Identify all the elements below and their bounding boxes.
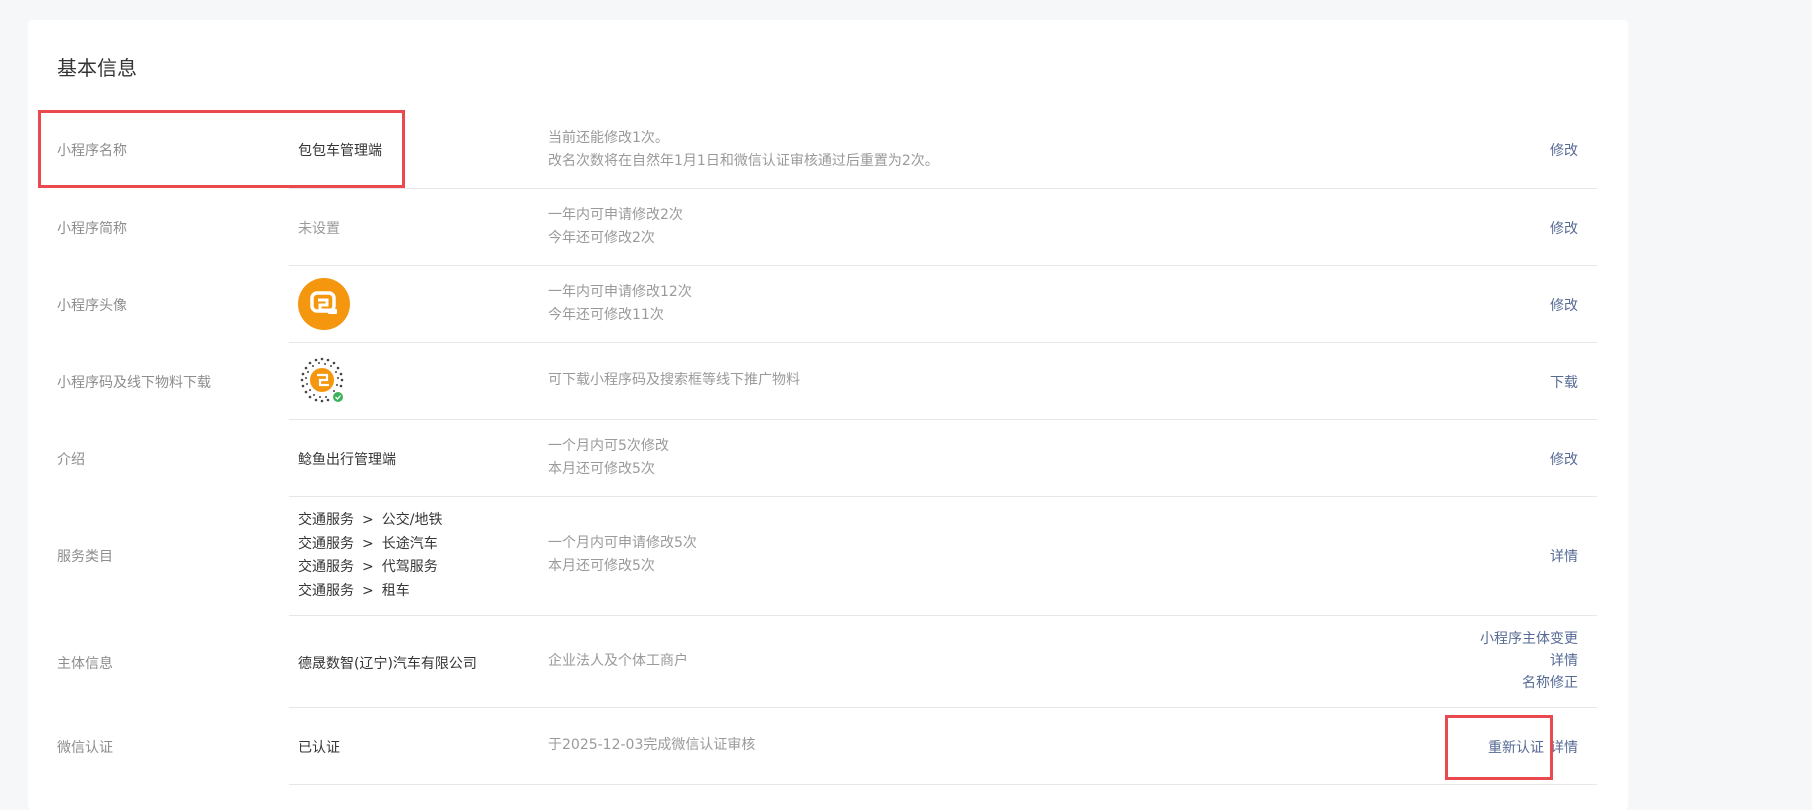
desc-avatar-line1: 一年内可申请修改12次	[548, 284, 692, 300]
label-wechat-auth: 微信认证	[57, 740, 113, 756]
label-intro: 介绍	[57, 452, 85, 468]
category-sub: 租车	[381, 582, 410, 599]
category-item: 交通服务 > 租车	[298, 580, 442, 604]
divider	[289, 342, 1597, 343]
category-separator: >	[362, 559, 374, 575]
value-wechat-auth: 已认证	[298, 740, 340, 756]
value-subject: 德晟数智(辽宁)汽车有限公司	[298, 656, 477, 672]
category-separator: >	[362, 582, 374, 599]
desc-short-name: 一年内可申请修改2次 今年还可修改2次	[548, 204, 683, 250]
desc-name-line1: 当前还能修改1次。	[548, 130, 669, 146]
desc-qrcode-line1: 可下载小程序码及搜索框等线下推广物料	[548, 372, 800, 388]
desc-intro-line2: 本月还可修改5次	[548, 461, 655, 477]
desc-wechat-auth: 于2025-12-03完成微信认证审核	[548, 734, 755, 757]
label-name: 小程序名称	[57, 143, 127, 159]
value-short-name: 未设置	[298, 221, 340, 237]
desc-wechat-auth-line1: 于2025-12-03完成微信认证审核	[548, 737, 756, 753]
category-separator: >	[362, 512, 374, 528]
download-qrcode-link[interactable]: 下载	[1550, 372, 1578, 392]
category-list: 交通服务 > 公交/地铁 交通服务 > 长途汽车 交通服务 > 代驾服务 交通服务 > 租车	[298, 509, 442, 603]
wechat-auth-detail-link[interactable]: 详情	[1550, 740, 1578, 756]
subject-change-link[interactable]: 小程序主体变更	[1480, 628, 1578, 650]
edit-short-name-link[interactable]: 修改	[1550, 218, 1578, 238]
edit-avatar-link[interactable]: 修改	[1550, 295, 1578, 315]
desc-subject: 企业法人及个体工商户	[548, 650, 688, 673]
reauth-link[interactable]: 重新认证	[1488, 740, 1544, 756]
desc-short-name-line2: 今年还可修改2次	[548, 230, 655, 246]
divider	[289, 265, 1597, 266]
divider	[289, 615, 1597, 616]
name-correction-link[interactable]: 名称修正	[1480, 672, 1578, 694]
category-detail-link[interactable]: 详情	[1550, 546, 1578, 566]
divider	[289, 188, 1597, 189]
category-item: 交通服务 > 代驾服务	[298, 556, 442, 580]
category-main: 交通服务	[298, 535, 354, 552]
desc-name: 当前还能修改1次。 改名次数将在自然年1月1日和微信认证审核通过后重置为2次。	[548, 127, 939, 173]
desc-avatar-line2: 今年还可修改11次	[548, 307, 664, 323]
desc-qrcode: 可下载小程序码及搜索框等线下推广物料	[548, 369, 800, 392]
mini-program-code	[298, 356, 346, 404]
category-sub: 长途汽车	[381, 535, 438, 552]
desc-category: 一个月内可申请修改5次 本月还可修改5次	[548, 532, 697, 578]
label-category: 服务类目	[57, 549, 113, 565]
logo-icon	[310, 291, 337, 314]
subject-actions: 小程序主体变更 详情 名称修正	[1480, 628, 1578, 694]
edit-name-link[interactable]: 修改	[1550, 140, 1578, 160]
category-item: 交通服务 > 公交/地铁	[298, 509, 442, 533]
category-main: 交通服务	[298, 559, 354, 575]
section-title: 基本信息	[57, 56, 137, 80]
desc-intro: 一个月内可5次修改 本月还可修改5次	[548, 435, 669, 481]
desc-category-line1: 一个月内可申请修改5次	[548, 535, 697, 551]
mini-program-code-icon	[299, 357, 345, 403]
category-main: 交通服务	[298, 512, 354, 528]
label-subject: 主体信息	[57, 656, 113, 672]
subject-detail-link[interactable]: 详情	[1480, 650, 1578, 672]
edit-intro-link[interactable]: 修改	[1550, 449, 1578, 469]
desc-intro-line1: 一个月内可5次修改	[548, 438, 669, 454]
label-qrcode: 小程序码及线下物料下载	[57, 375, 211, 391]
desc-avatar: 一年内可申请修改12次 今年还可修改11次	[548, 281, 692, 327]
category-sub: 代驾服务	[381, 559, 438, 575]
label-avatar: 小程序头像	[57, 298, 127, 314]
desc-name-line2: 改名次数将在自然年1月1日和微信认证审核通过后重置为2次。	[548, 153, 939, 169]
divider	[289, 784, 1597, 785]
mini-program-avatar	[298, 278, 350, 330]
value-name: 包包车管理端	[298, 143, 382, 159]
divider	[289, 419, 1597, 420]
category-separator: >	[362, 535, 374, 552]
desc-short-name-line1: 一年内可申请修改2次	[548, 207, 683, 223]
value-intro: 鲶鱼出行管理端	[298, 452, 396, 468]
divider	[289, 707, 1597, 708]
desc-subject-line1: 企业法人及个体工商户	[548, 653, 688, 669]
category-item: 交通服务 > 长途汽车	[298, 533, 442, 557]
category-sub: 公交/地铁	[381, 512, 443, 528]
label-short-name: 小程序简称	[57, 221, 127, 237]
category-main: 交通服务	[298, 582, 354, 599]
divider	[289, 496, 1597, 497]
desc-category-line2: 本月还可修改5次	[548, 558, 655, 574]
wechat-auth-actions: 重新认证 详情	[1488, 737, 1578, 757]
